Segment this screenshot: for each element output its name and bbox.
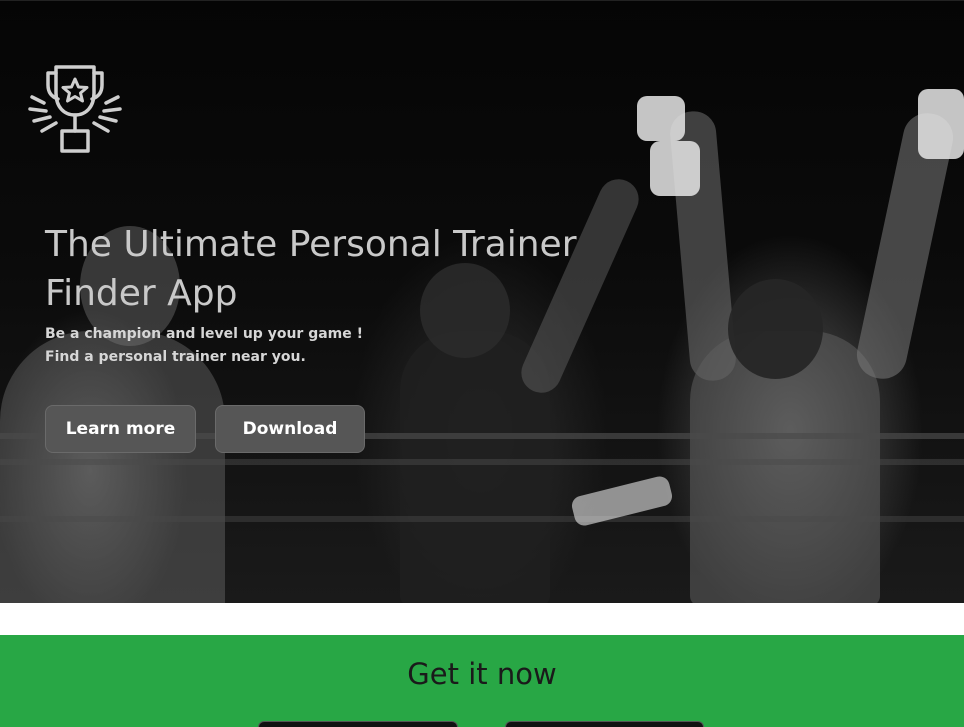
app-store-badge[interactable] (258, 721, 458, 727)
hero-image-rope (0, 459, 964, 465)
get-it-now-section: Get it now (0, 635, 964, 727)
hero-image-figure (0, 331, 225, 604)
hero-subtitle-line: Find a personal trainer near you. (45, 349, 306, 365)
learn-more-button[interactable]: Learn more (45, 405, 196, 453)
download-button[interactable]: Download (215, 405, 365, 453)
hero-image-glove (650, 141, 700, 196)
hero-image-glove (918, 89, 964, 159)
trophy-icon[interactable] (28, 63, 122, 159)
section-divider (0, 603, 964, 635)
hero-image-glove (637, 96, 685, 141)
hero-subtitle-line: Be a champion and level up your game ! (45, 326, 364, 342)
cta-title: Get it now (407, 657, 557, 691)
hero-section: The Ultimate Personal Trainer Finder App… (0, 0, 964, 604)
hero-subtitle: Be a champion and level up your game ! F… (45, 323, 465, 369)
google-play-badge[interactable] (505, 721, 704, 727)
hero-image-figure (728, 279, 823, 379)
hero-image-rope (0, 516, 964, 522)
hero-title: The Ultimate Personal Trainer Finder App (45, 224, 577, 314)
